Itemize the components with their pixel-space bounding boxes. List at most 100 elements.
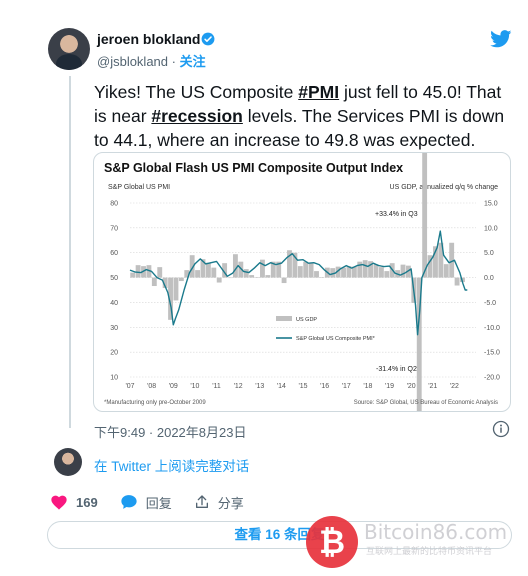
right-tick-label: 15.0 — [484, 201, 498, 208]
left-tick-label: 50 — [110, 275, 118, 282]
x-tick-label: '11 — [212, 383, 221, 390]
gdp-bar — [454, 277, 460, 286]
gdp-bar — [281, 277, 287, 284]
legend-line-label: S&P Global US Composite PMI* — [296, 336, 376, 342]
chart-title: S&P Global Flash US PMI Composite Output… — [104, 161, 403, 175]
read-full-conversation-link[interactable]: 在 Twitter 上阅读完整对话 — [94, 455, 249, 475]
gdp-bar — [308, 262, 314, 278]
gdp-bar — [314, 271, 319, 278]
left-tick-label: 20 — [110, 350, 118, 357]
separator-dot: · — [171, 54, 176, 69]
x-tick-label: '20 — [407, 383, 416, 390]
gdp-bar — [157, 267, 163, 278]
left-tick-label: 30 — [110, 325, 118, 332]
x-tick-label: '15 — [298, 383, 307, 390]
right-tick-label: -15.0 — [484, 350, 500, 357]
right-tick-label: 5.0 — [484, 250, 494, 257]
x-tick-label: '14 — [277, 383, 286, 390]
gdp-bar — [384, 271, 390, 278]
reader-avatar — [54, 448, 82, 476]
x-tick-label: '22 — [450, 383, 459, 390]
twitter-bird-icon[interactable] — [490, 30, 512, 48]
bitcoin-icon: ₿ — [319, 523, 345, 561]
left-tick-label: 10 — [110, 375, 118, 382]
gdp-bar — [265, 275, 271, 278]
x-tick-label: '07 — [125, 383, 134, 390]
author-name[interactable]: jeroen blokland — [97, 31, 200, 47]
tweet-card: jeroen blokland @jsblokland · 关注 Yikes! … — [0, 0, 528, 576]
author-handle[interactable]: @jsblokland — [97, 54, 168, 69]
x-tick-label: '16 — [320, 383, 329, 390]
gdp-bar — [373, 264, 379, 278]
annotation-low: -31.4% in Q2 — [376, 366, 417, 373]
share-icon — [195, 495, 208, 508]
chart-source: Source: S&P Global, US Bureau of Economi… — [354, 400, 498, 406]
gdp-bar — [378, 267, 384, 278]
hashtag-recession-link[interactable]: #recession — [151, 106, 242, 126]
pmi-chart: S&P Global Flash US PMI Composite Output… — [104, 153, 500, 411]
hashtag-pmi-link[interactable]: #PMI — [298, 82, 339, 102]
legend-bar-swatch — [276, 316, 292, 321]
verified-badge-icon — [201, 32, 215, 46]
gdp-bar — [357, 261, 363, 278]
right-tick-label: 10.0 — [484, 225, 498, 232]
reply-bubble-icon — [121, 495, 137, 509]
heart-icon — [51, 495, 67, 510]
gdp-bar — [400, 264, 406, 278]
gdp-bar — [303, 261, 309, 278]
x-tick-label: '18 — [363, 383, 372, 390]
gdp-bar — [135, 265, 141, 278]
left-tick-label: 40 — [110, 300, 118, 307]
left-tick-label: 60 — [110, 250, 118, 257]
bitcoin-watermark-logo: ₿ — [306, 516, 358, 568]
gdp-bar — [211, 267, 217, 278]
right-tick-label: -20.0 — [484, 375, 500, 382]
chart-image[interactable]: S&P Global Flash US PMI Composite Output… — [93, 152, 511, 412]
like-button[interactable]: 169 — [50, 494, 98, 510]
gdp-bar — [151, 277, 157, 287]
gdp-bar — [243, 269, 249, 278]
watermark-text: Bitcoin86.com — [364, 520, 508, 544]
share-button[interactable]: 分享 — [194, 493, 244, 512]
tweet-text-part: Yikes! The US Composite — [94, 82, 299, 102]
gdp-bar — [195, 270, 201, 278]
gdp-bar — [216, 277, 222, 283]
svg-text:₿: ₿ — [319, 523, 345, 561]
author-handle-row: @jsblokland · 关注 — [97, 51, 206, 70]
x-tick-label: '08 — [147, 383, 156, 390]
x-tick-label: '09 — [169, 383, 178, 390]
gdp-bar — [178, 277, 184, 282]
right-tick-label: 0.0 — [484, 275, 494, 282]
tweet-timestamp[interactable]: 下午9:49 · 2022年8月23日 — [94, 422, 246, 441]
gdp-bar — [205, 262, 211, 278]
watermark-subtext: 互联网上最新的比特币资讯平台 — [366, 546, 493, 556]
gdp-bar — [130, 272, 136, 278]
annotation-high: +33.4% in Q3 — [375, 211, 418, 218]
share-label: 分享 — [217, 495, 244, 511]
gdp-bar — [260, 259, 265, 278]
left-tick-label: 70 — [110, 225, 118, 232]
left-tick-label: 80 — [110, 201, 118, 208]
info-icon[interactable] — [492, 420, 510, 438]
author-avatar[interactable] — [48, 28, 90, 70]
x-tick-label: '10 — [190, 383, 199, 390]
thread-line — [69, 76, 71, 428]
tweet-text: Yikes! The US Composite #PMI just fell t… — [94, 80, 514, 152]
x-tick-label: '21 — [428, 383, 437, 390]
gdp-bar — [443, 264, 449, 278]
gdp-bar — [362, 260, 368, 278]
left-axis-title: S&P Global US PMI — [108, 184, 170, 191]
reply-label: 回复 — [145, 495, 172, 511]
right-tick-label: -5.0 — [484, 300, 496, 307]
reply-button[interactable]: 回复 — [120, 493, 172, 512]
x-tick-label: '12 — [234, 383, 243, 390]
x-tick-label: '13 — [255, 383, 264, 390]
like-count: 169 — [76, 494, 98, 510]
x-tick-label: '17 — [342, 383, 351, 390]
chart-footnote: *Manufacturing only pre-October 2009 — [104, 400, 206, 406]
x-tick-label: '19 — [385, 383, 394, 390]
gdp-bar — [173, 277, 179, 301]
follow-button[interactable]: 关注 — [180, 54, 206, 69]
right-axis-title: US GDP, annualized q/q % change — [390, 184, 499, 191]
gdp-bar — [249, 275, 255, 278]
